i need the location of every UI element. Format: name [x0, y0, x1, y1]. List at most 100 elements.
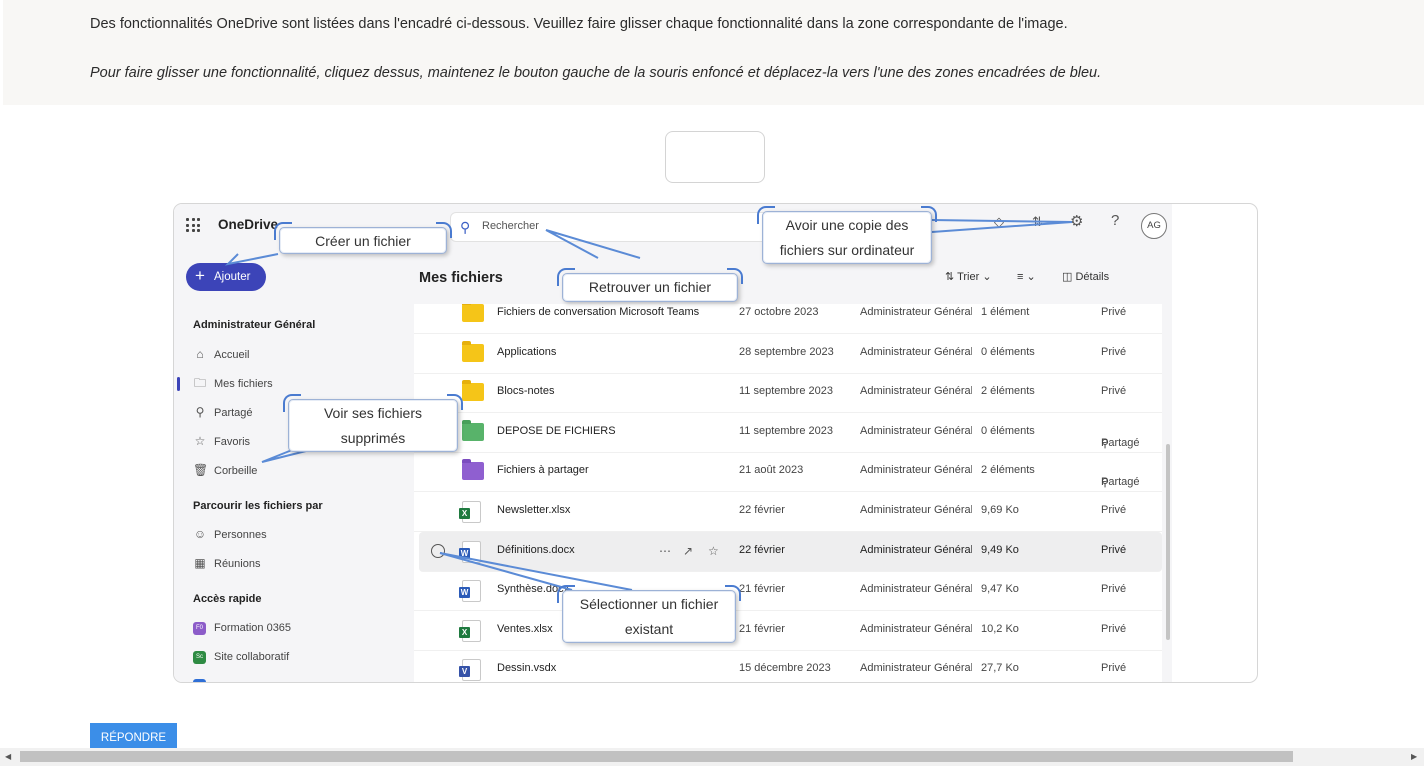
sort-label: Trier	[957, 271, 980, 283]
details-label: Détails	[1075, 271, 1110, 283]
file-sharing: Privé	[1101, 662, 1127, 674]
file-owner: Administrateur Général	[860, 464, 972, 476]
folder-icon	[462, 341, 484, 362]
scrollbar-thumb[interactable]	[20, 751, 1293, 762]
file-name: Blocs-notes	[497, 385, 555, 397]
file-sharing: Privé	[1101, 385, 1127, 397]
site-badge: Sc	[193, 650, 206, 664]
sidebar-item-label: Favoris	[214, 436, 251, 448]
sync-icon: ⇅	[1032, 214, 1043, 229]
file-sharing: Privé	[1101, 346, 1127, 358]
file-list: Fichiers de conversation Microsoft Teams…	[414, 304, 1162, 682]
file-size: 0 éléments	[981, 346, 1035, 358]
table-row: Applications 28 septembre 2023 Administr…	[414, 334, 1162, 374]
word-file-icon: W	[459, 541, 481, 563]
callout-find-file[interactable]: Retrouver un fichier	[557, 268, 743, 302]
select-radio	[431, 544, 445, 558]
file-date: 27 octobre 2023	[739, 306, 819, 318]
plus-icon: +	[195, 266, 205, 285]
folder-icon	[462, 380, 484, 401]
file-name: Fichiers à partager	[497, 464, 589, 476]
page-title: Mes fichiers	[419, 270, 503, 286]
sharing-label: Partagé	[1101, 476, 1140, 488]
star-icon: ☆	[194, 434, 206, 448]
file-sharing: Privé	[1101, 306, 1127, 318]
sidebar-item-label: Corbeille	[214, 465, 258, 477]
table-row: W Synthèse.docx 21 février Administrateu…	[414, 571, 1162, 611]
file-owner: Administrateur Général	[860, 385, 972, 397]
site-badge	[193, 678, 206, 682]
callout-label: Sélectionner un fichier	[579, 596, 719, 612]
excel-file-icon: X	[459, 620, 481, 642]
scroll-left-icon[interactable]: ◀	[5, 752, 11, 761]
sidebar-item-mes-fichiers: 🗀 Mes fichiers	[193, 375, 273, 391]
submit-button[interactable]: RÉPONDRE	[90, 723, 177, 750]
file-date: 22 février	[739, 504, 785, 516]
callout-label: existant	[624, 621, 674, 637]
callout-create-file[interactable]: Créer un fichier	[274, 222, 452, 254]
callout-sync-copy[interactable]: Avoir une copie des fichiers sur ordinat…	[757, 206, 937, 264]
file-owner: Administrateur Général	[860, 306, 972, 318]
file-sharing: Privé	[1101, 544, 1127, 556]
sidebar-item-accueil: ⌂ Accueil	[193, 346, 249, 362]
sidebar-item-label: Partagé	[214, 407, 253, 419]
excel-file-icon: X	[459, 501, 481, 523]
callout-label: Créer un fichier	[315, 233, 411, 249]
sidebar-item-reunions: ▦ Réunions	[193, 555, 260, 571]
avatar: AG	[1141, 213, 1167, 239]
chevron-down-icon: ⌄	[982, 271, 992, 283]
premium-icon: ◇	[994, 214, 1004, 229]
word-file-icon: W	[459, 580, 481, 602]
file-date: 21 août 2023	[739, 464, 804, 476]
callout-label: Voir ses fichiers	[323, 405, 423, 421]
calendar-icon: ▦	[194, 556, 206, 570]
sidebar-item-partial	[193, 677, 214, 682]
file-owner: Administrateur Général	[860, 346, 972, 358]
home-icon: ⌂	[196, 347, 204, 361]
details-pane-icon: ◫	[1062, 271, 1073, 283]
settings-icon: ⚙	[1070, 213, 1084, 230]
sidebar-item-site-collaboratif: Sc Site collaboratif	[193, 649, 289, 665]
file-date: 28 septembre 2023	[739, 346, 834, 358]
callout-select-file[interactable]: Sélectionner un fichier existant	[557, 585, 741, 643]
table-row: V Dessin.vsdx 15 décembre 2023 Administr…	[414, 650, 1162, 682]
instruction-text: Des fonctionnalités OneDrive sont listée…	[90, 16, 1068, 32]
file-list-scrollbar	[1166, 444, 1170, 640]
folder-icon: 🗀	[193, 376, 206, 390]
sidebar-quick-header: Accès rapide	[193, 593, 262, 605]
file-name: Ventes.xlsx	[497, 623, 553, 635]
onedrive-brand: OneDrive	[218, 217, 279, 232]
star-icon: ☆	[708, 544, 719, 558]
file-owner: Administrateur Général	[860, 425, 972, 437]
help-icon: ?	[1111, 212, 1120, 229]
sidebar-browse-header: Parcourir les fichiers par	[193, 500, 323, 512]
horizontal-scrollbar[interactable]: ◀ ▶	[0, 748, 1424, 766]
share-icon: ↗	[683, 544, 694, 558]
instructions-panel: Des fonctionnalités OneDrive sont listée…	[3, 0, 1424, 105]
sidebar-item-label: Personnes	[214, 529, 267, 541]
sidebar-item-label: Mes fichiers	[214, 378, 273, 390]
scroll-right-icon[interactable]: ▶	[1411, 752, 1417, 761]
table-row: DEPOSE DE FICHIERS 11 septembre 2023 Adm…	[414, 413, 1162, 453]
file-date: 21 février	[739, 623, 785, 635]
sidebar-item-partage: ⚲ Partagé	[193, 404, 253, 420]
file-name: Applications	[497, 346, 557, 358]
drag-items-pool[interactable]	[665, 131, 765, 183]
view-options-button: ≡ ⌄	[1017, 270, 1036, 283]
file-size: 9,49 Ko	[981, 544, 1019, 556]
file-sharing: Privé	[1101, 623, 1127, 635]
table-row: X Ventes.xlsx 21 février Administrateur …	[414, 611, 1162, 651]
file-owner: Administrateur Général	[860, 662, 972, 674]
site-badge: F0	[193, 621, 206, 635]
search-placeholder: Rechercher	[482, 220, 539, 232]
file-size: 1 élément	[981, 306, 1030, 318]
table-row: X Newsletter.xlsx 22 février Administrat…	[414, 492, 1162, 532]
shared-folder-icon	[462, 459, 484, 480]
sidebar-item-formation: F0 Formation 0365	[193, 620, 291, 636]
file-name: Définitions.docx	[497, 544, 575, 556]
file-date: 22 février	[739, 544, 785, 556]
callout-label: supprimés	[340, 430, 406, 446]
callout-label: Retrouver un fichier	[588, 279, 712, 295]
callout-deleted-files[interactable]: Voir ses fichiers supprimés	[283, 394, 463, 452]
file-size: 2 éléments	[981, 385, 1035, 397]
